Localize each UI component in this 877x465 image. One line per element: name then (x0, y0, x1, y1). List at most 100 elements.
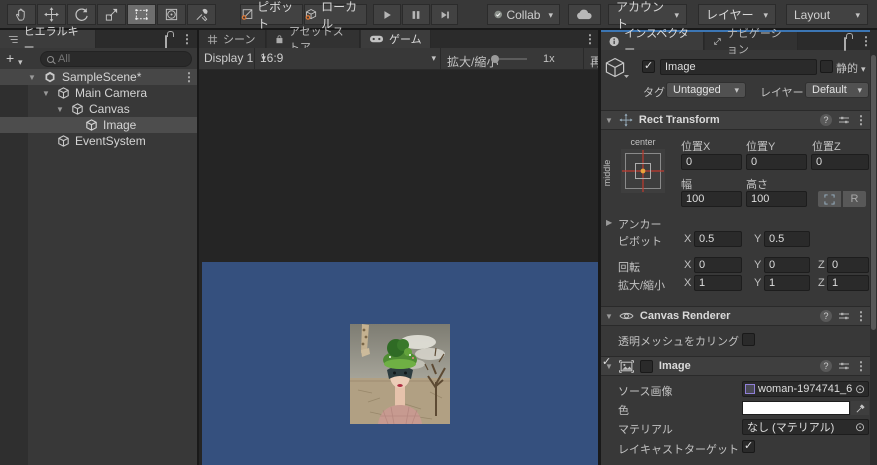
pivot-y-field[interactable] (764, 231, 810, 247)
cloud-button[interactable] (568, 4, 601, 25)
anchor-preset-widget[interactable] (621, 149, 665, 193)
hierarchy-menu-icon[interactable] (182, 32, 192, 46)
width-field[interactable] (681, 191, 742, 207)
static-checkbox[interactable] (820, 60, 833, 73)
tree-item-image-selected[interactable]: Image (0, 117, 197, 133)
foldout-open-icon[interactable] (42, 89, 50, 98)
pause-button[interactable] (402, 4, 430, 25)
aspect-ratio-dropdown[interactable]: 16:9 (260, 51, 436, 65)
height-field[interactable] (746, 191, 807, 207)
account-dropdown[interactable]: アカウント (608, 0, 687, 31)
scale-y-field[interactable] (764, 275, 810, 291)
component-menu-icon[interactable] (856, 359, 866, 373)
foldout-closed-icon[interactable] (606, 218, 612, 227)
custom-tools-button[interactable] (187, 4, 216, 25)
component-menu-icon[interactable] (856, 309, 866, 323)
chevron-down-icon[interactable] (18, 56, 23, 68)
cull-transparent-mesh-checkbox[interactable] (742, 333, 755, 346)
hierarchy-search-input[interactable] (58, 53, 168, 65)
inspector-scrollbar-thumb[interactable] (871, 55, 876, 330)
foldout-open-icon[interactable] (605, 116, 613, 125)
rotation-x-field[interactable] (694, 257, 742, 273)
component-menu-icon[interactable] (856, 113, 866, 127)
scene-menu-icon[interactable] (184, 70, 194, 84)
gameobject-icon[interactable] (605, 57, 629, 79)
collab-dropdown[interactable]: Collab (487, 4, 560, 25)
rotation-z-field[interactable] (827, 257, 869, 273)
color-swatch[interactable] (742, 401, 850, 415)
tab-hierarchy[interactable]: ヒエラルキー (0, 26, 96, 54)
zoom-slider-track[interactable] (499, 58, 527, 60)
layers-dropdown[interactable]: レイヤー (698, 4, 776, 25)
scale-z-field[interactable] (827, 275, 869, 291)
pivot-toggle-button[interactable]: ピボット (240, 0, 303, 31)
blueprint-mode-button[interactable] (818, 191, 841, 207)
gameobject-name-field[interactable] (660, 59, 817, 75)
foldout-open-icon[interactable] (605, 312, 613, 321)
transform-tool-button[interactable] (157, 4, 186, 25)
zoom-slider-knob[interactable] (491, 55, 499, 63)
maximize-on-play-clipped-label[interactable]: 再 (590, 53, 598, 70)
rect-tool-button[interactable] (127, 4, 156, 25)
layer-dropdown[interactable]: Default (805, 82, 869, 98)
presets-icon[interactable] (838, 310, 850, 322)
active-checkbox[interactable] (642, 59, 655, 73)
tab-asset-store[interactable]: アセットストア (267, 26, 360, 54)
hand-icon (16, 8, 25, 21)
layout-dropdown[interactable]: Layout (786, 4, 868, 25)
tree-item-scene[interactable]: SampleScene* (0, 69, 197, 85)
play-button[interactable] (373, 4, 401, 25)
tab-scene[interactable]: シーン (199, 30, 266, 48)
tab-game[interactable]: ゲーム (361, 30, 431, 48)
display-dropdown[interactable]: Display 1 (204, 51, 266, 65)
tab-navigation[interactable]: ナビゲーション (705, 28, 798, 56)
pos-x-field[interactable] (681, 154, 742, 170)
rotation-y-field[interactable] (764, 257, 810, 273)
game-menu-icon[interactable] (585, 32, 595, 46)
hand-tool-button[interactable] (7, 4, 36, 25)
move-tool-button[interactable] (37, 4, 66, 25)
foldout-open-icon[interactable] (28, 73, 36, 82)
pos-z-field[interactable] (811, 154, 869, 170)
pivot-x-field[interactable] (694, 231, 742, 247)
local-toggle-button[interactable]: ローカル (304, 0, 367, 31)
presets-icon[interactable] (838, 114, 850, 126)
lock-icon[interactable] (165, 35, 167, 49)
component-title: Canvas Renderer (639, 310, 731, 322)
rect-transform-header[interactable]: Rect Transform (601, 110, 870, 130)
component-enabled-checkbox[interactable] (639, 359, 653, 373)
material-object-field[interactable]: なし (マテリアル) (742, 419, 869, 435)
static-dropdown-icon[interactable] (861, 63, 866, 75)
game-panel: シーン アセットストア ゲーム Display 1 16:9 拡大/縮小 1x … (199, 26, 598, 465)
scale-tool-button[interactable] (97, 4, 126, 25)
foldout-open-icon[interactable] (56, 105, 64, 114)
eyedropper-button[interactable] (851, 401, 869, 415)
help-icon[interactable] (820, 114, 832, 126)
canvas-renderer-header[interactable]: Canvas Renderer (601, 306, 870, 326)
image-component-header[interactable]: Image (601, 356, 870, 376)
raw-edit-mode-button[interactable]: R (843, 191, 866, 207)
game-viewport[interactable] (202, 262, 598, 465)
presets-icon[interactable] (838, 360, 850, 372)
hierarchy-search-box[interactable] (40, 51, 192, 67)
object-picker-icon[interactable] (853, 420, 867, 434)
scale-x-field[interactable] (694, 275, 742, 291)
tree-item-canvas[interactable]: Canvas (0, 101, 197, 117)
object-picker-icon[interactable] (853, 382, 867, 396)
tab-inspector[interactable]: インスペクター (601, 28, 704, 56)
pos-x-label: 位置X (681, 141, 711, 153)
add-gameobject-button[interactable]: + (6, 50, 14, 66)
inspector-scrollbar[interactable] (870, 30, 877, 465)
chevron-down-icon (431, 52, 436, 64)
help-icon[interactable] (820, 360, 832, 372)
raycast-target-checkbox[interactable] (742, 439, 755, 453)
source-image-object-field[interactable]: woman-1974741_6 (742, 381, 869, 397)
pos-y-field[interactable] (746, 154, 807, 170)
help-icon[interactable] (820, 310, 832, 322)
tag-dropdown[interactable]: Untagged (666, 82, 746, 98)
tree-item-eventsystem[interactable]: EventSystem (0, 133, 197, 149)
tree-item-main-camera[interactable]: Main Camera (0, 85, 197, 101)
lock-icon[interactable] (844, 37, 846, 51)
step-button[interactable] (431, 4, 458, 25)
rotate-tool-button[interactable] (67, 4, 96, 25)
